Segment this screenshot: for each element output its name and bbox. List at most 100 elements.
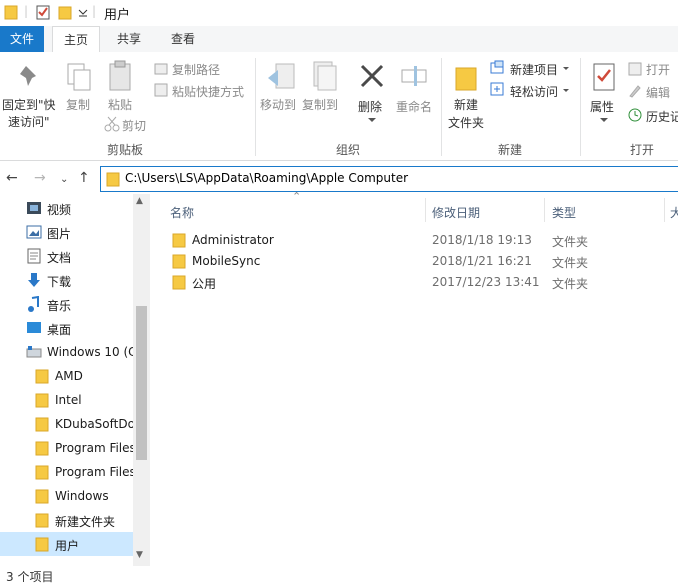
file-type: 文件夹 — [552, 277, 589, 291]
file-row[interactable]: MobileSync 2018/1/21 16:21 文件夹 — [166, 251, 666, 272]
column-header-size[interactable]: 大 — [670, 204, 678, 221]
address-row: ← → ⌄ ↑ C:\Users\LS\AppData\Roaming\Appl… — [0, 162, 678, 194]
move-to-icon — [268, 63, 295, 89]
folder-icon — [35, 441, 49, 456]
customize-quick-access-icon[interactable] — [78, 9, 88, 17]
nav-item-folder[interactable]: AMD — [0, 364, 133, 388]
file-list: ⌃ 名称 修改日期 类型 大 Administrator 2018/1/18 1… — [150, 190, 678, 566]
tab-home[interactable]: 主页 — [52, 26, 100, 54]
title-bar: | | 用户 — [0, 0, 678, 27]
nav-item-folder[interactable]: Intel — [0, 388, 133, 412]
nav-scrollbar[interactable]: ▲ ▼ — [133, 194, 150, 566]
easy-access-label: 轻松访问 — [510, 85, 559, 99]
nav-item-folder[interactable]: 新建文件夹 — [0, 508, 133, 532]
pin-label-line1: 固定到"快 — [2, 98, 56, 112]
nav-item-label: 下载 — [47, 275, 72, 289]
nav-item-videos[interactable]: 视频 — [0, 196, 133, 220]
nav-item-label: Program Files — [55, 441, 133, 455]
file-name: MobileSync — [192, 254, 261, 268]
properties-icon — [593, 63, 615, 91]
tab-view[interactable]: 查看 — [160, 26, 206, 52]
new-item-icon — [490, 60, 504, 74]
paste-icon — [109, 60, 131, 91]
column-header-type[interactable]: 类型 — [552, 204, 576, 221]
nav-item-label: 图片 — [47, 227, 72, 241]
nav-item-label: 用户 — [55, 539, 80, 553]
properties-quick-icon[interactable] — [36, 4, 50, 20]
address-path[interactable]: C:\Users\LS\AppData\Roaming\Apple Comput… — [125, 171, 408, 185]
nav-item-desktop[interactable]: 桌面 — [0, 316, 133, 340]
open-icon — [628, 62, 642, 76]
tab-share[interactable]: 共享 — [106, 26, 152, 52]
forward-arrow-icon[interactable]: → — [34, 170, 46, 186]
music-note-icon — [28, 296, 39, 312]
scroll-up-icon[interactable]: ▲ — [136, 196, 143, 206]
folder-icon — [172, 233, 186, 248]
nav-item-label: AMD — [55, 369, 83, 383]
pin-label-line2: 速访问" — [8, 115, 50, 129]
edit-label: 编辑 — [646, 86, 671, 100]
column-divider[interactable] — [425, 198, 426, 222]
folder-icon — [35, 537, 49, 552]
copy-to-icon — [313, 61, 337, 91]
pin-icon — [20, 66, 36, 86]
properties-dropdown-icon — [600, 118, 608, 122]
nav-item-folder[interactable]: Program Files — [0, 460, 133, 484]
delete-dropdown-icon — [368, 118, 376, 122]
up-arrow-icon[interactable]: ↑ — [78, 170, 90, 186]
organize-group-label: 组织 — [335, 143, 360, 157]
nav-item-label: 音乐 — [47, 299, 72, 313]
file-date: 2018/1/21 16:21 — [432, 254, 532, 268]
move-to-label: 移动到 — [260, 98, 297, 112]
nav-item-pictures[interactable]: 图片 — [0, 220, 133, 244]
group-separator — [255, 58, 256, 156]
history-label: 历史记 — [646, 110, 678, 124]
column-divider[interactable] — [664, 198, 665, 222]
scroll-down-icon[interactable]: ▼ — [136, 550, 143, 560]
folder-icon — [35, 417, 49, 432]
back-arrow-icon[interactable]: ← — [6, 170, 18, 186]
delete-x-icon — [360, 64, 384, 88]
address-bar[interactable]: C:\Users\LS\AppData\Roaming\Apple Comput… — [100, 166, 678, 192]
file-row[interactable]: 公用 2017/12/23 13:41 文件夹 — [166, 272, 666, 293]
rename-label: 重命名 — [396, 100, 433, 114]
new-folder-label-line2: 文件夹 — [448, 116, 485, 130]
nav-item-folder[interactable]: KDubaSoftDo — [0, 412, 133, 436]
column-divider[interactable] — [544, 198, 545, 222]
file-row[interactable]: Administrator 2018/1/18 19:13 文件夹 — [166, 230, 666, 251]
paste-label: 粘贴 — [108, 98, 133, 112]
nav-item-drive-c[interactable]: Windows 10 (C — [0, 340, 133, 364]
rename-icon — [401, 66, 427, 86]
nav-item-downloads[interactable]: 下载 — [0, 268, 133, 292]
copy-label: 复制 — [66, 98, 91, 112]
window-title: 用户 — [104, 8, 131, 23]
recent-locations-icon[interactable]: ⌄ — [60, 174, 68, 185]
properties-label: 属性 — [590, 100, 615, 114]
folder-icon — [172, 275, 186, 290]
file-type: 文件夹 — [552, 235, 589, 249]
nav-item-folder[interactable]: Program Files — [0, 436, 133, 460]
nav-item-users-selected[interactable]: 用户 — [0, 532, 133, 556]
nav-item-documents[interactable]: 文档 — [0, 244, 133, 268]
scroll-thumb[interactable] — [136, 306, 147, 460]
nav-item-music[interactable]: 音乐 — [0, 292, 133, 316]
nav-item-label: 文档 — [47, 251, 72, 265]
folder-icon — [4, 5, 18, 20]
column-header-date[interactable]: 修改日期 — [432, 204, 480, 221]
tab-file[interactable]: 文件 — [0, 26, 44, 52]
nav-item-folder[interactable]: Windows — [0, 484, 133, 508]
title-divider: | — [92, 4, 97, 18]
nav-item-label: Intel — [55, 393, 82, 407]
nav-item-label: 视频 — [47, 203, 72, 217]
folder-icon — [106, 172, 120, 187]
clipboard-group-label: 剪贴板 — [106, 143, 143, 157]
ribbon-tabs: 文件 主页 共享 查看 — [0, 26, 678, 54]
new-folder-quick-icon[interactable] — [58, 4, 72, 20]
paste-shortcut-icon — [154, 83, 168, 97]
folder-icon — [35, 393, 49, 408]
open-group-label: 打开 — [629, 143, 654, 157]
nav-item-label: Program Files — [55, 465, 133, 479]
easy-access-dropdown-icon — [563, 89, 569, 92]
drive-icon — [26, 346, 42, 358]
column-header-name[interactable]: 名称 — [170, 204, 194, 221]
